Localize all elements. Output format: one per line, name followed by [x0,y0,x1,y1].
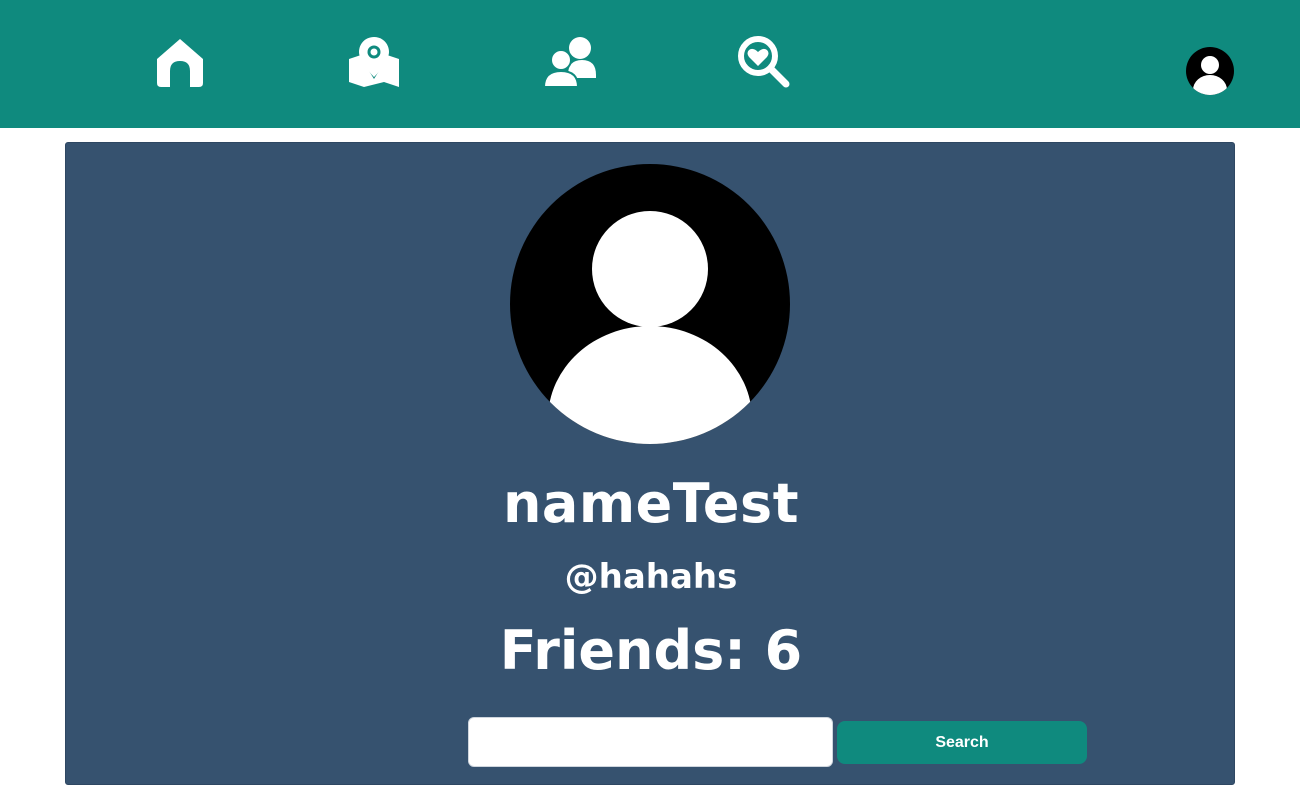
nav-friends-button[interactable] [542,34,598,90]
nav-home-button[interactable] [152,34,208,90]
search-button[interactable]: Search [837,721,1087,764]
search-input[interactable] [468,717,833,767]
heart-search-icon [738,36,790,88]
user-avatar-icon [1186,47,1234,95]
profile-display-name: nameTest [502,472,800,535]
account-avatar-button[interactable] [1186,47,1234,95]
top-navigation-bar [0,0,1300,128]
nav-search-favorites-button[interactable] [736,34,792,90]
users-icon [542,37,596,88]
nav-map-button[interactable] [346,34,402,90]
home-icon [157,39,203,87]
friends-count: Friends: 6 [499,619,803,682]
profile-username: @hahahs [564,557,738,597]
profile-card: nameTest @hahahs Friends: 6 Search [65,142,1235,785]
map-pin-icon [349,37,399,87]
profile-avatar [510,164,790,444]
